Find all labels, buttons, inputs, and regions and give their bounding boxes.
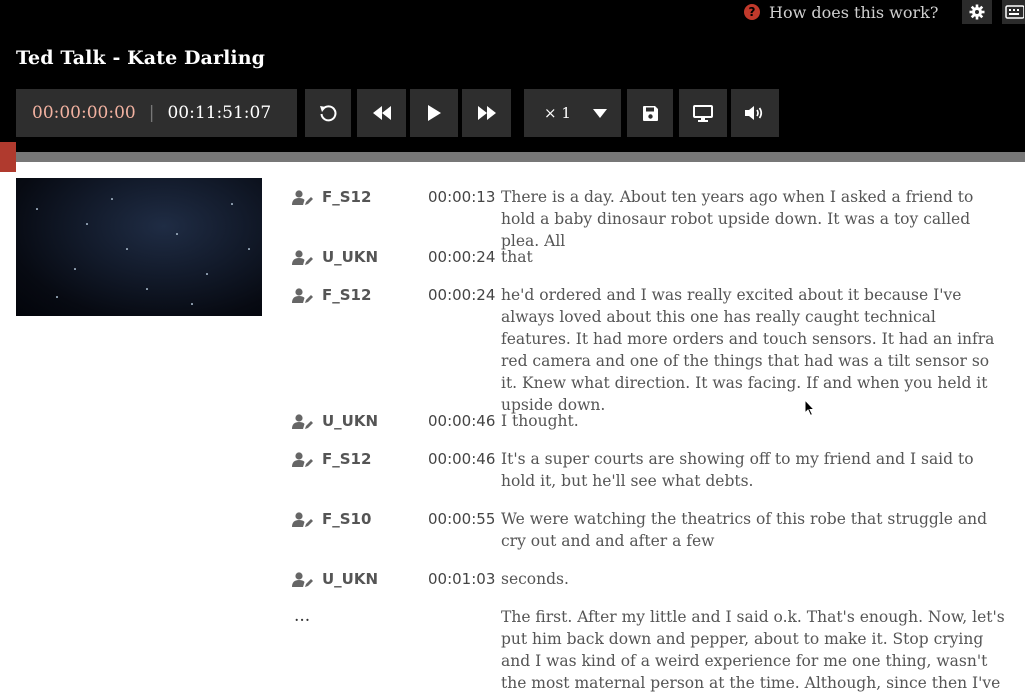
rewind-button[interactable] bbox=[357, 89, 406, 137]
timecode[interactable]: 00:00:24 bbox=[428, 248, 495, 266]
speaker-name[interactable]: U_UKN bbox=[322, 248, 378, 266]
keyboard-icon bbox=[1005, 5, 1024, 19]
save-button[interactable] bbox=[627, 89, 673, 137]
volume-button[interactable] bbox=[731, 89, 779, 137]
edit-speaker-icon[interactable] bbox=[292, 572, 314, 592]
edit-speaker-icon[interactable] bbox=[292, 190, 314, 210]
transcript-text[interactable]: It's a super courts are showing off to m… bbox=[501, 448, 1006, 492]
playhead-handle[interactable] bbox=[0, 142, 16, 172]
display-button[interactable] bbox=[679, 89, 727, 137]
fast-forward-icon bbox=[477, 106, 496, 120]
save-icon bbox=[642, 105, 658, 121]
edit-speaker-icon[interactable] bbox=[292, 452, 314, 472]
edit-speaker-icon[interactable] bbox=[292, 512, 314, 532]
progress-bar[interactable] bbox=[0, 152, 1025, 162]
transcript-text[interactable]: We were watching the theatrics of this r… bbox=[501, 508, 1006, 552]
gear-icon bbox=[969, 4, 985, 20]
transcript-text[interactable]: The first. After my little and I said o.… bbox=[501, 606, 1006, 694]
keyboard-shortcuts-button[interactable] bbox=[1002, 0, 1025, 24]
chevron-down-icon bbox=[592, 104, 607, 122]
transcript-text[interactable]: he'd ordered and I was really excited ab… bbox=[501, 284, 1006, 416]
speaker-name[interactable]: F_S10 bbox=[322, 510, 371, 528]
edit-speaker-icon[interactable] bbox=[292, 414, 314, 434]
transcript-text[interactable]: seconds. bbox=[501, 568, 1006, 590]
page-title: Ted Talk - Kate Darling bbox=[16, 47, 266, 69]
speaker-name[interactable]: F_S12 bbox=[322, 188, 371, 206]
timecode[interactable]: 00:00:24 bbox=[428, 286, 495, 304]
timecode[interactable]: 00:01:03 bbox=[428, 570, 495, 588]
transcript-text[interactable]: that bbox=[501, 246, 1006, 268]
fast-forward-button[interactable] bbox=[462, 89, 511, 137]
speed-label: × 1 bbox=[544, 104, 571, 122]
play-button[interactable] bbox=[410, 89, 458, 137]
edit-speaker-icon[interactable] bbox=[292, 250, 314, 270]
duration: 00:11:51:07 bbox=[167, 103, 272, 123]
speaker-name[interactable]: U_UKN bbox=[322, 412, 378, 430]
edit-speaker-icon[interactable] bbox=[292, 288, 314, 308]
transcript-text[interactable]: There is a day. About ten years ago when… bbox=[501, 186, 1006, 252]
monitor-icon bbox=[693, 104, 713, 122]
settings-button[interactable] bbox=[962, 0, 992, 24]
question-icon: ? bbox=[744, 4, 760, 20]
rewind-icon bbox=[372, 106, 391, 120]
speaker-name[interactable]: F_S12 bbox=[322, 286, 371, 304]
video-thumbnail[interactable] bbox=[16, 178, 262, 316]
timecode[interactable]: 00:00:55 bbox=[428, 510, 495, 528]
timecode[interactable]: 00:00:13 bbox=[428, 188, 495, 206]
mouse-cursor-icon bbox=[804, 399, 816, 417]
rollback-button[interactable] bbox=[305, 89, 351, 137]
rollback-icon bbox=[320, 105, 337, 122]
speaker-name[interactable]: F_S12 bbox=[322, 450, 371, 468]
help-text: How does this work? bbox=[769, 2, 939, 22]
help-link[interactable]: ? How does this work? bbox=[744, 0, 938, 24]
time-display: 00:00:00:00 | 00:11:51:07 bbox=[16, 89, 297, 137]
volume-icon bbox=[745, 106, 763, 120]
timecode[interactable]: 00:00:46 bbox=[428, 450, 495, 468]
playback-speed-select[interactable]: × 1 bbox=[524, 89, 621, 137]
timecode[interactable]: 00:00:46 bbox=[428, 412, 495, 430]
transcript-text[interactable]: I thought. bbox=[501, 410, 1006, 432]
speaker-name[interactable]: U_UKN bbox=[322, 570, 378, 588]
current-time: 00:00:00:00 bbox=[32, 103, 136, 123]
more-indicator: ... bbox=[294, 606, 311, 626]
time-separator: | bbox=[148, 103, 155, 123]
play-icon bbox=[428, 105, 441, 121]
